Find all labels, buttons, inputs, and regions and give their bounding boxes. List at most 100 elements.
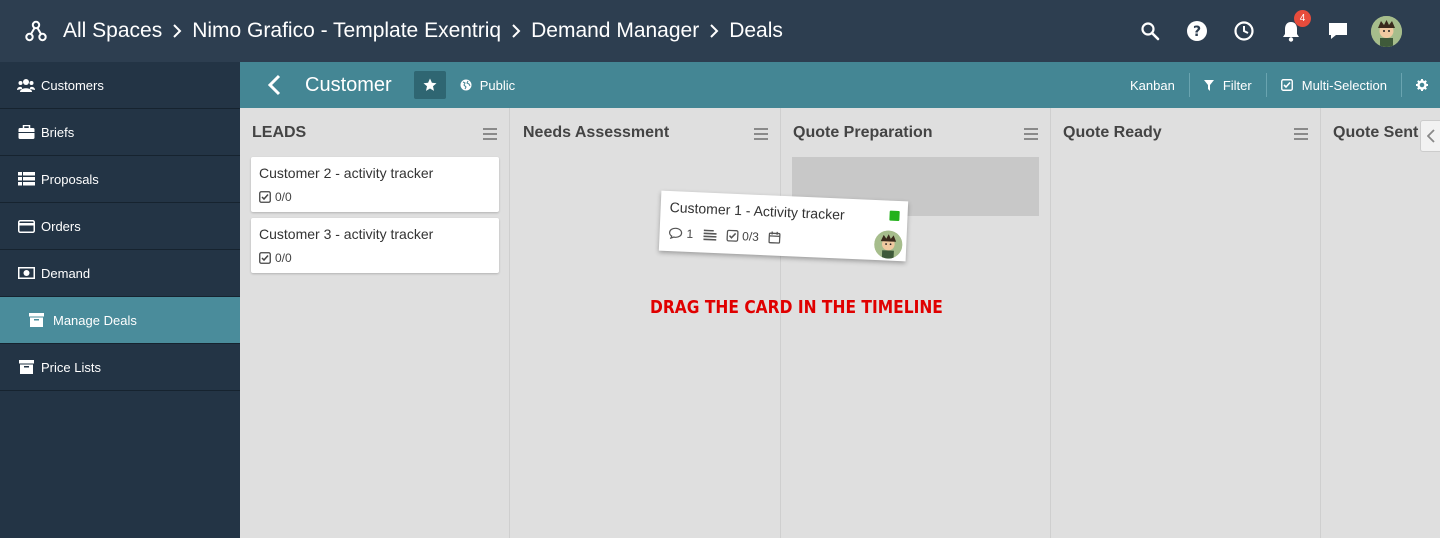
checklist-count: 0/0: [275, 190, 292, 204]
filter-label: Filter: [1222, 77, 1252, 93]
column-quote-ready: Quote Ready: [1051, 108, 1321, 538]
multi-selection-label: Multi-Selection: [1301, 77, 1387, 93]
app-network-icon[interactable]: [25, 20, 47, 42]
drag-instruction-text: DRAG THE CARD IN THE TIMELINE: [650, 297, 943, 318]
card-title: Customer 1 - Activity tracker: [669, 199, 845, 223]
top-bar: All Spaces Nimo Grafico - Template Exent…: [0, 0, 1440, 62]
breadcrumb-all-spaces[interactable]: All Spaces: [63, 19, 162, 43]
comment-count: 1: [686, 226, 694, 242]
visibility-label: Public: [479, 77, 516, 93]
checklist-icon: [259, 191, 271, 203]
menu-icon[interactable]: [1024, 127, 1038, 140]
users-icon: [17, 77, 35, 93]
chevron-right-icon: [501, 23, 531, 39]
sidebar-item-label: Demand: [41, 265, 91, 281]
column-header: Needs Assessment: [511, 108, 780, 158]
deal-card[interactable]: Customer 2 - activity tracker 0/0: [251, 157, 499, 212]
breadcrumb-current[interactable]: Deals: [729, 19, 783, 43]
menu-icon[interactable]: [483, 127, 497, 140]
sidebar-item-label: Orders: [41, 218, 81, 234]
dragging-deal-card[interactable]: Customer 1 - Activity tracker 1 0/3: [658, 190, 909, 262]
multi-selection-button[interactable]: Multi-Selection: [1267, 62, 1401, 108]
help-icon[interactable]: ?: [1173, 0, 1220, 62]
visibility-public[interactable]: Public: [460, 78, 515, 93]
column-leads: LEADS Customer 2 - activity tracker 0/0 …: [240, 108, 510, 538]
sidebar-item-label: Manage Deals: [53, 312, 137, 328]
comment-icon: [668, 227, 683, 240]
breadcrumb-app[interactable]: Demand Manager: [531, 19, 699, 43]
notifications-badge: 4: [1294, 10, 1311, 27]
sidebar-item-label: Briefs: [41, 124, 75, 140]
search-icon[interactable]: [1126, 0, 1173, 62]
user-avatar[interactable]: [1371, 15, 1402, 47]
sidebar-item-label: Proposals: [41, 171, 99, 187]
calendar-icon: [768, 231, 782, 244]
assignee-avatar[interactable]: [873, 229, 903, 260]
sidebar-item-manage-deals[interactable]: Manage Deals: [0, 297, 240, 344]
column-quote-preparation: Quote Preparation: [781, 108, 1051, 538]
checklist-count: 0/0: [275, 251, 292, 265]
filter-button[interactable]: Filter: [1190, 62, 1266, 108]
checklist-count: 0/3: [741, 229, 760, 244]
globe-icon: [460, 79, 472, 91]
deal-card[interactable]: Customer 3 - activity tracker 0/0: [251, 218, 499, 273]
money-icon: [17, 265, 35, 281]
description-icon: [703, 229, 717, 241]
view-label: Kanban: [1130, 77, 1175, 93]
chevron-right-icon: [162, 23, 192, 39]
breadcrumb: All Spaces Nimo Grafico - Template Exent…: [63, 19, 783, 43]
label-color-tag: [889, 210, 900, 222]
board-actions: Kanban Filter Multi-Selection: [1116, 62, 1440, 108]
checklist-icon: [259, 252, 271, 264]
view-kanban-button[interactable]: Kanban: [1116, 62, 1189, 108]
card-title: Customer 3 - activity tracker: [259, 226, 434, 242]
list-icon: [17, 171, 35, 187]
card-meta: 0/0: [259, 251, 491, 265]
favorite-star-icon[interactable]: [413, 71, 446, 99]
top-actions: ? 4: [1126, 0, 1440, 62]
column-title: Quote Sent: [1333, 124, 1419, 141]
column-title: Needs Assessment: [523, 124, 670, 141]
column-quote-sent: Quote Sent: [1321, 108, 1440, 538]
checklist: 0/3: [726, 229, 759, 244]
column-needs-assessment: Needs Assessment: [511, 108, 781, 538]
notifications-bell-icon[interactable]: 4: [1267, 0, 1314, 62]
column-header: Quote Preparation: [781, 108, 1050, 158]
sidebar-item-label: Price Lists: [41, 359, 101, 375]
back-chevron-icon[interactable]: [258, 62, 290, 108]
collapse-panel-chevron-icon[interactable]: [1420, 120, 1440, 152]
sidebar-item-demand[interactable]: Demand: [0, 250, 240, 297]
settings-gear-icon[interactable]: [1402, 62, 1440, 108]
sidebar-item-proposals[interactable]: Proposals: [0, 156, 240, 203]
checklist-icon: [726, 229, 739, 243]
breadcrumb-space[interactable]: Nimo Grafico - Template Exentriq: [192, 19, 501, 43]
sidebar-item-briefs[interactable]: Briefs: [0, 109, 240, 156]
board-title: Customer: [305, 73, 392, 96]
sidebar: Customers Briefs Proposals Orders Demand…: [0, 62, 240, 538]
comments: 1: [668, 226, 694, 242]
checkbox-icon: [1280, 79, 1293, 91]
chat-icon[interactable]: [1314, 0, 1361, 62]
sidebar-item-label: Customers: [41, 77, 104, 93]
menu-icon[interactable]: [1294, 127, 1308, 140]
history-clock-icon[interactable]: [1220, 0, 1267, 62]
sidebar-item-customers[interactable]: Customers: [0, 62, 240, 109]
credit-card-icon: [17, 218, 35, 234]
menu-icon[interactable]: [754, 127, 768, 140]
card-title: Customer 2 - activity tracker: [259, 165, 434, 181]
board-header: Customer Public Kanban Filter Multi-Sele…: [240, 62, 1440, 108]
sidebar-item-price-lists[interactable]: Price Lists: [0, 344, 240, 391]
sidebar-item-orders[interactable]: Orders: [0, 203, 240, 250]
card-meta: 1 0/3: [668, 226, 897, 250]
column-header: LEADS: [240, 108, 509, 158]
column-title: Quote Ready: [1063, 124, 1162, 141]
archive-icon: [17, 359, 35, 375]
column-header: Quote Ready: [1051, 108, 1320, 158]
card-meta: 0/0: [259, 190, 491, 204]
briefcase-icon: [17, 124, 35, 140]
column-title: LEADS: [252, 124, 307, 141]
svg-text:?: ?: [1192, 24, 1200, 40]
kanban-board: LEADS Customer 2 - activity tracker 0/0 …: [240, 108, 1440, 538]
chevron-right-icon: [699, 23, 729, 39]
column-title: Quote Preparation: [793, 124, 933, 141]
